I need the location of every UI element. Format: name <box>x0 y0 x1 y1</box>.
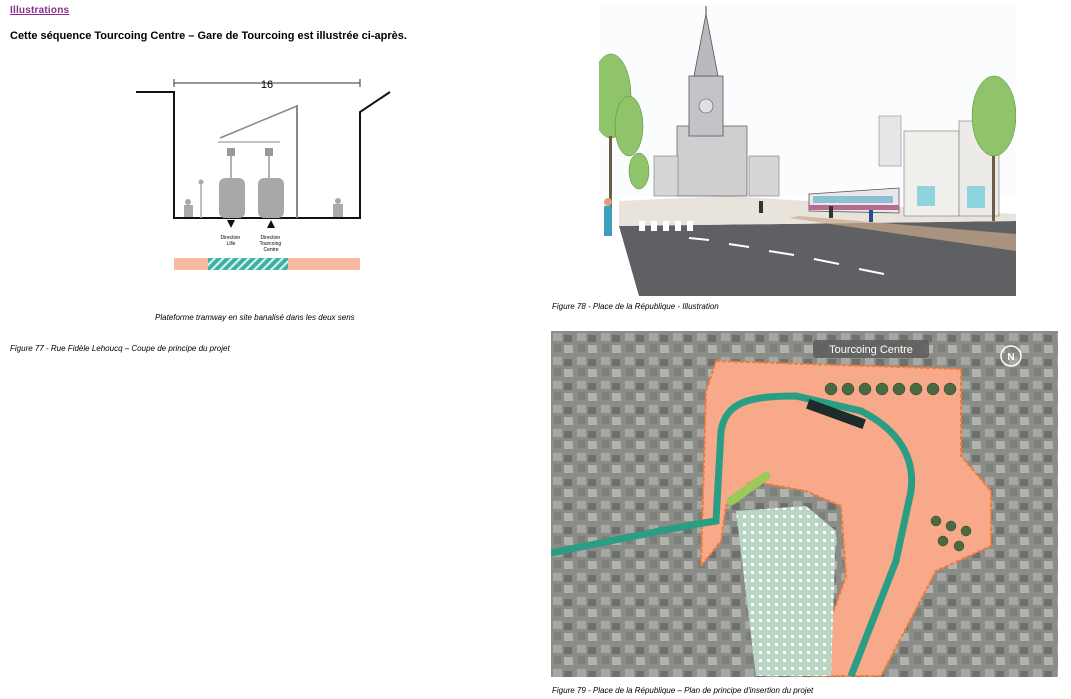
figure-79-caption: Figure 79 - Place de la République – Pla… <box>552 686 814 695</box>
arrow-down-icon <box>227 220 235 228</box>
pedestrian-icon <box>333 204 343 217</box>
place-republique-illustration <box>599 6 1016 296</box>
figure-77-caption: Figure 77 - Rue Fidèle Lehoucq – Coupe d… <box>10 344 230 353</box>
intro-text: Cette séquence Tourcoing Centre – Gare d… <box>10 30 407 42</box>
insertion-plan-map: Tourcoing Centre N <box>551 331 1058 677</box>
tram-right <box>258 178 284 218</box>
platform-caption: Plateforme tramway en site banalisé dans… <box>155 313 355 322</box>
section-heading: Illustrations <box>10 5 70 16</box>
cross-section-figure: 16 Direction Lille Direction Tourcoing C… <box>136 79 391 270</box>
direction-centre-label: Direction Tourcoing Centre <box>259 235 282 253</box>
tram-platform-band <box>208 258 288 270</box>
direction-lille-label: Direction Lille <box>220 235 241 247</box>
arrow-up-icon <box>267 220 275 228</box>
pedestrian-icon <box>184 205 193 217</box>
figure-78-caption: Figure 78 - Place de la République - Ill… <box>552 302 719 311</box>
lamp-icon <box>227 148 235 156</box>
width-label: 16 <box>261 79 273 91</box>
compass-north: N <box>1007 352 1014 363</box>
tourcoing-centre-label: Tourcoing Centre <box>829 344 913 356</box>
lamp-icon <box>265 148 273 156</box>
tram-left <box>219 178 245 218</box>
